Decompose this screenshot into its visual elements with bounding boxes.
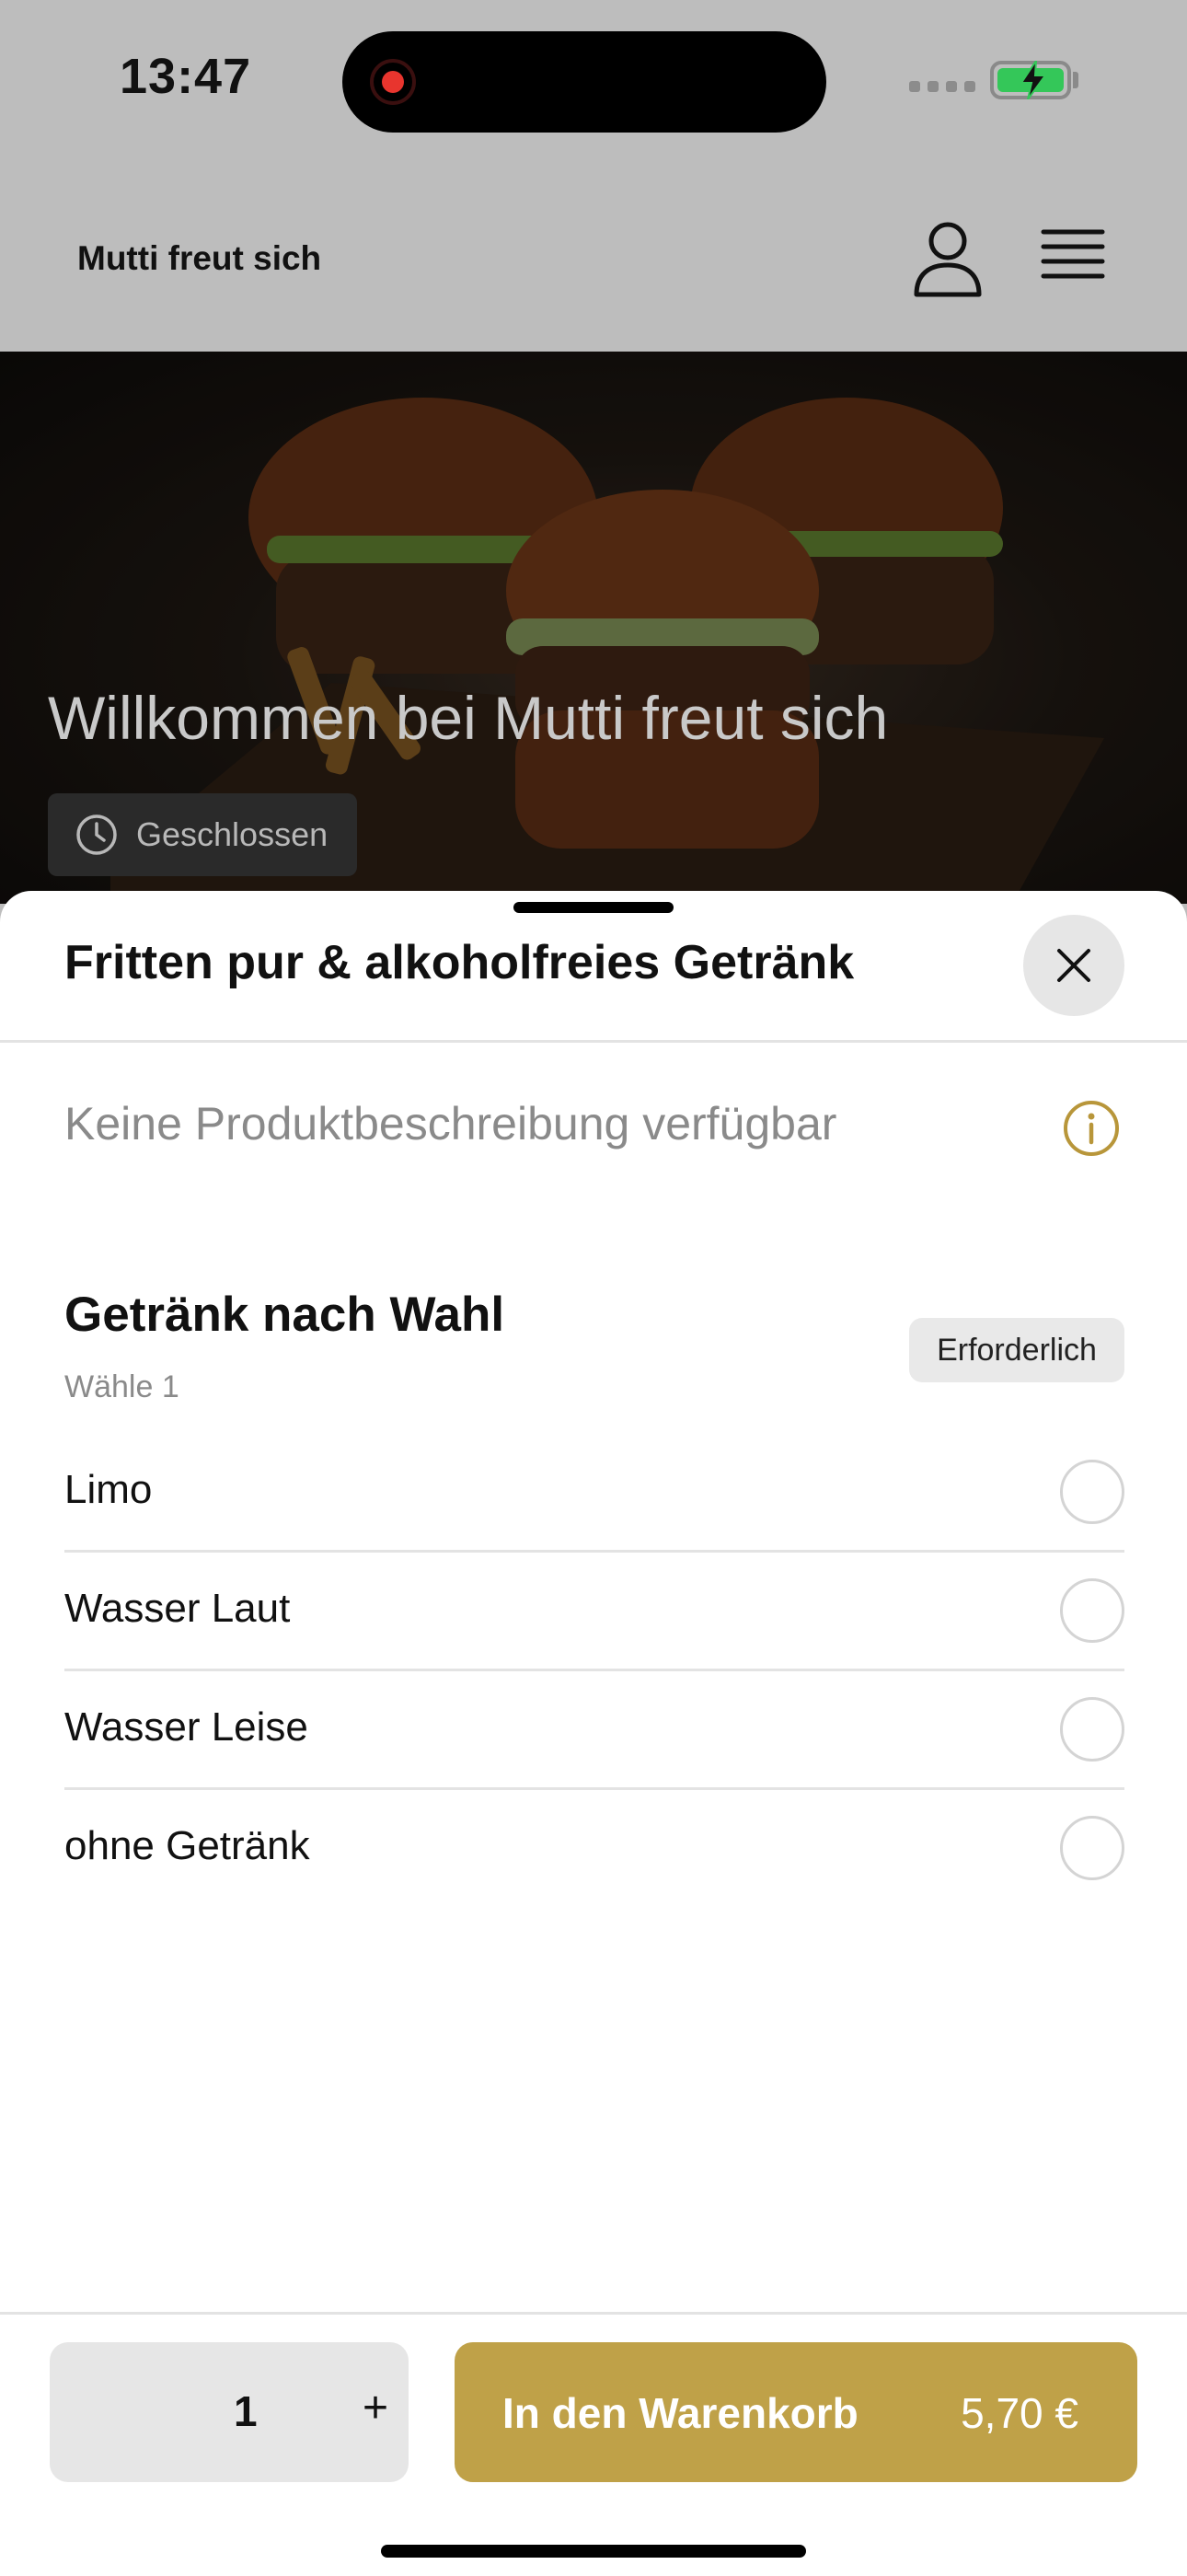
info-icon[interactable] — [1062, 1099, 1121, 1158]
brand-name[interactable]: Mutti freut sich — [77, 239, 321, 278]
app-header: Mutti freut sich — [0, 166, 1187, 352]
home-indicator[interactable] — [381, 2545, 806, 2558]
hero-banner: Willkommen bei Mutti freut sich Geschlos… — [0, 352, 1187, 904]
signal-icon — [909, 81, 975, 92]
quantity-plus-button[interactable]: + — [363, 2383, 388, 2433]
product-title: Fritten pur & alkoholfreies Getränk — [64, 936, 855, 989]
product-description: Keine Produktbeschreibung verfügbar — [64, 1098, 837, 1149]
add-to-cart-button[interactable]: In den Warenkorb 5,70 € — [455, 2342, 1137, 2482]
option-wasser-laut[interactable]: Wasser Laut — [64, 1553, 1124, 1671]
status-time: 13:47 — [120, 49, 252, 104]
add-to-cart-label: In den Warenkorb — [502, 2389, 859, 2437]
option-limo[interactable]: Limo — [64, 1434, 1124, 1553]
dynamic-island — [342, 31, 826, 133]
option-label: Wasser Leise — [64, 1704, 308, 1750]
option-radio[interactable] — [1060, 1816, 1124, 1880]
status-bar: 13:47 — [0, 0, 1187, 166]
option-radio[interactable] — [1060, 1578, 1124, 1643]
record-icon — [370, 59, 416, 105]
cart-price: 5,70 € — [961, 2389, 1078, 2437]
option-label: ohne Getränk — [64, 1823, 310, 1868]
option-group-subtitle: Wähle 1 — [64, 1369, 179, 1404]
sheet-grabber[interactable] — [513, 902, 674, 913]
battery-charging-icon — [990, 61, 1071, 99]
sheet-divider — [0, 1040, 1187, 1043]
option-label: Wasser Laut — [64, 1586, 291, 1631]
hero-title: Willkommen bei Mutti freut sich — [48, 684, 889, 752]
option-radio[interactable] — [1060, 1697, 1124, 1762]
user-icon[interactable] — [911, 219, 985, 298]
option-list: Limo Wasser Laut Wasser Leise ohne Geträ… — [64, 1434, 1124, 1906]
opening-status-badge: Geschlossen — [48, 793, 358, 876]
opening-status-label: Geschlossen — [136, 815, 328, 853]
battery-cap — [1073, 72, 1078, 88]
close-icon — [1057, 949, 1090, 982]
cart-footer: 1 + In den Warenkorb 5,70 € — [0, 2312, 1187, 2576]
option-label: Limo — [64, 1467, 153, 1512]
clock-icon — [76, 814, 117, 855]
option-wasser-leise[interactable]: Wasser Leise — [64, 1671, 1124, 1790]
option-ohne-getraenk[interactable]: ohne Getränk — [64, 1790, 1124, 1906]
option-group-title: Getränk nach Wahl — [64, 1288, 505, 1342]
option-radio[interactable] — [1060, 1460, 1124, 1524]
quantity-value: 1 — [234, 2387, 258, 2435]
close-button[interactable] — [1023, 915, 1124, 1016]
quantity-stepper: 1 + — [50, 2342, 409, 2482]
menu-icon[interactable] — [1040, 225, 1106, 289]
required-badge: Erforderlich — [909, 1318, 1124, 1382]
